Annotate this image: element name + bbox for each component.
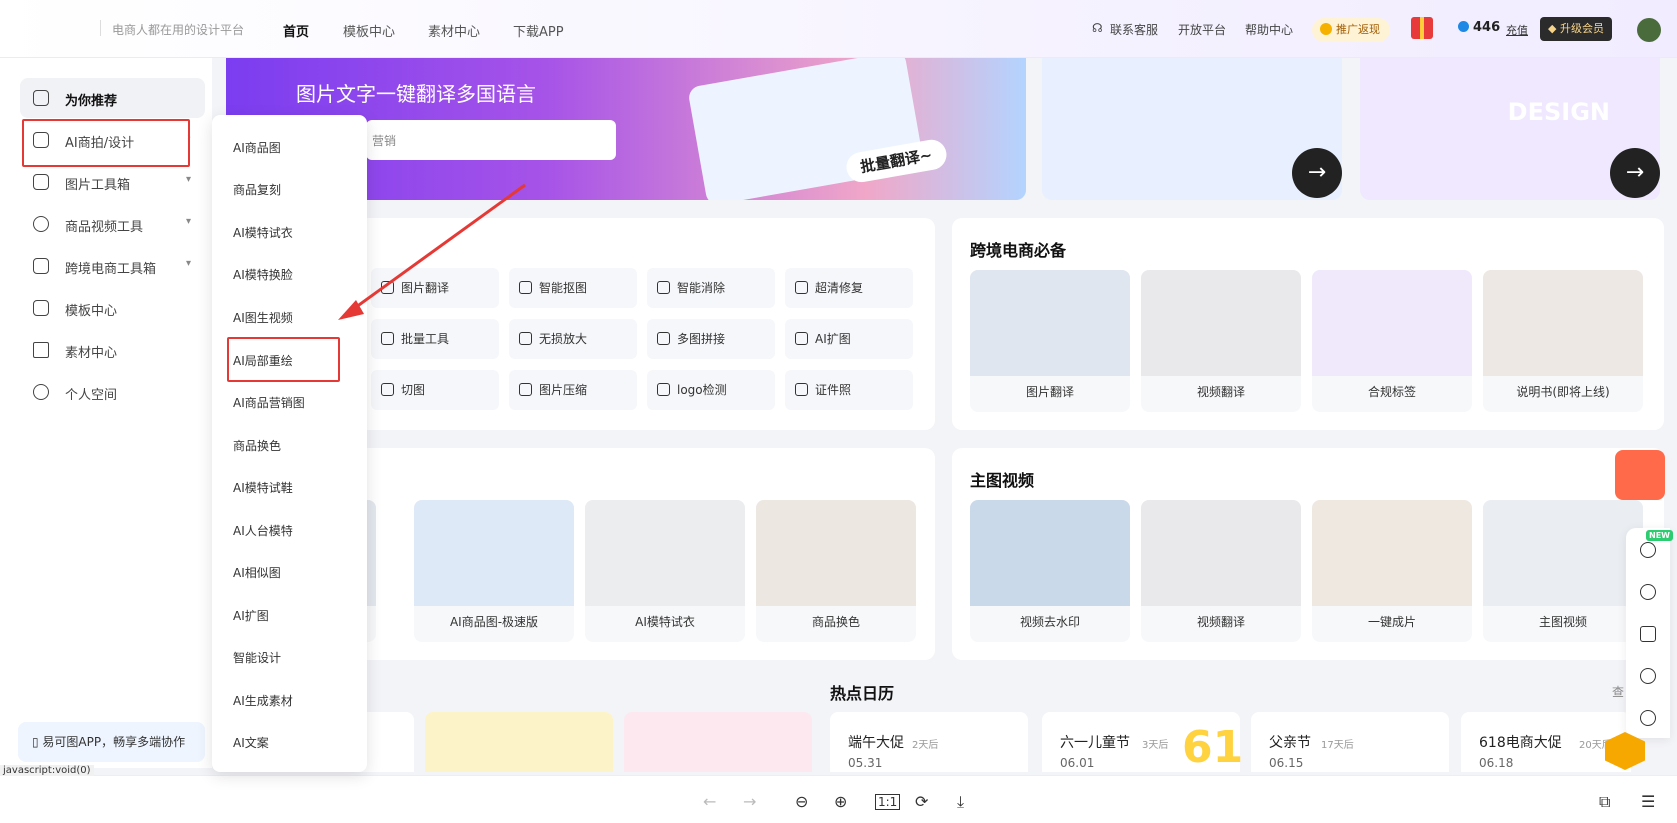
arrow-line (351, 183, 526, 312)
annotation-arrow (338, 183, 526, 320)
